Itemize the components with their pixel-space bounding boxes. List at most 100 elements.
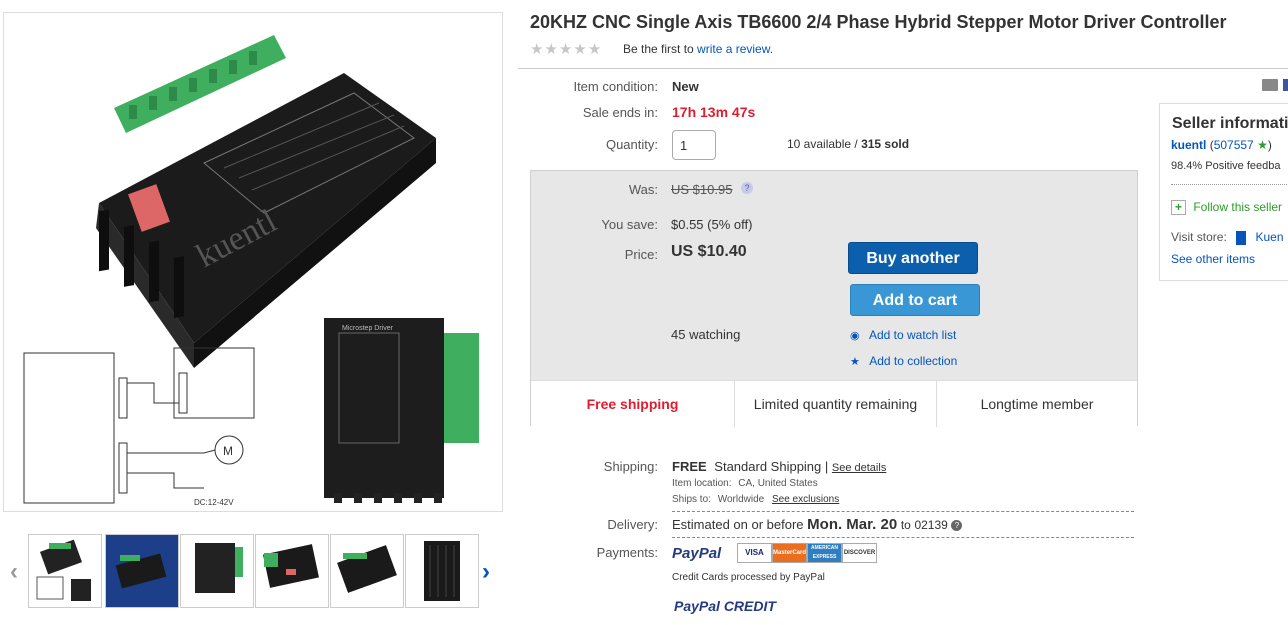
thumbnail-5[interactable]: [330, 534, 404, 608]
product-photo: kuentl M DC:12-42V Microstep Driver: [23, 35, 479, 507]
seller-name-row: kuentl (507557 ★): [1171, 138, 1272, 152]
amex-icon: AMERICAN EXPRESS: [807, 543, 842, 563]
delivery-zip: 02139: [914, 518, 948, 532]
svg-text:M: M: [223, 444, 233, 458]
seller-divider: [1171, 184, 1288, 185]
you-save-value: $0.55 (5% off): [671, 217, 753, 232]
visit-store-label: Visit store:: [1171, 230, 1227, 244]
see-other-items-link[interactable]: See other items: [1171, 252, 1255, 266]
delivery-prefix: Estimated on or before: [672, 517, 804, 532]
sale-ends-label: Sale ends in:: [582, 105, 658, 120]
delivery-label: Delivery:: [607, 517, 658, 532]
svg-text:DC:12-42V: DC:12-42V: [194, 498, 234, 507]
rating-stars: ★★★★★: [530, 40, 602, 58]
review-prefix: Be the first to: [623, 42, 694, 56]
info-icon[interactable]: ?: [951, 520, 963, 532]
mail-icon[interactable]: [1262, 79, 1278, 91]
follow-seller-link[interactable]: Follow this seller: [1193, 200, 1282, 214]
longtime-member-badge: Longtime member: [980, 396, 1094, 412]
payments-label: Payments:: [596, 545, 658, 560]
thumbnail-3[interactable]: [180, 534, 254, 608]
delivery-to: to: [900, 518, 911, 532]
location-value: CA, United States: [738, 478, 818, 489]
seller-name-link[interactable]: kuentl: [1171, 138, 1206, 152]
facebook-icon[interactable]: [1283, 79, 1288, 91]
was-price: US $10.95: [671, 182, 733, 197]
available-count: 10 available /: [787, 137, 862, 151]
add-to-collection-link[interactable]: Add to collection: [869, 354, 957, 368]
star-blue-icon: ★: [850, 356, 860, 368]
shipping-label: Shipping:: [603, 459, 658, 474]
availability-text: 10 available / 315 sold: [787, 137, 909, 151]
seller-heading: Seller informatio: [1172, 115, 1288, 132]
discover-icon: DISCOVER: [842, 543, 877, 563]
review-prompt: Be the first to write a review.: [623, 42, 773, 56]
star-icon: ★: [587, 41, 603, 58]
visa-icon: VISA: [737, 543, 772, 563]
help-icon[interactable]: ?: [741, 182, 753, 194]
thumbnail-strip: ‹ ›: [8, 534, 498, 612]
price-label: Price:: [624, 247, 658, 262]
eye-icon: ◉: [850, 330, 860, 342]
badge-strip: Free shipping Limited quantity remaining…: [531, 380, 1137, 427]
star-icon: ★: [1257, 138, 1268, 152]
star-icon: ★: [544, 41, 559, 58]
current-price: US $10.40: [671, 243, 747, 260]
write-review-link[interactable]: write a review.: [697, 42, 773, 56]
quantity-label: Quantity:: [605, 137, 658, 152]
was-label: Was:: [628, 182, 658, 197]
paypal-credit-logo[interactable]: PayPal CREDIT: [674, 598, 776, 614]
delivery-line: Estimated on or before Mon. Mar. 20 to 0…: [672, 516, 963, 533]
free-shipping-badge: Free shipping: [586, 396, 679, 412]
you-save-label: You save:: [601, 217, 658, 232]
thumbnail-6[interactable]: [405, 534, 479, 608]
star-icon: ★: [573, 41, 588, 58]
add-to-cart-button[interactable]: Add to cart: [850, 284, 980, 316]
condition-label: Item condition:: [573, 79, 658, 94]
delivery-date: Mon. Mar. 20: [807, 516, 898, 533]
thumbnail-2[interactable]: [105, 534, 179, 608]
dashed-divider: [672, 537, 1134, 538]
store-icon: [1236, 230, 1247, 245]
chevron-right-icon[interactable]: ›: [482, 558, 490, 586]
store-link[interactable]: Kuen: [1256, 230, 1284, 244]
mastercard-icon: MasterCard: [772, 543, 807, 563]
seller-info-panel: Seller informatio kuentl (507557 ★) 98.4…: [1159, 103, 1288, 281]
paypal-logo: PayPal: [672, 545, 721, 562]
credit-card-note: Credit Cards processed by PayPal: [672, 572, 825, 583]
positive-feedback: 98.4% Positive feedba: [1171, 160, 1281, 172]
item-title: 20KHZ CNC Single Axis TB6600 2/4 Phase H…: [530, 12, 1227, 32]
visit-store-row: Visit store: Kuen: [1171, 230, 1284, 245]
see-details-link[interactable]: See details: [832, 462, 886, 474]
star-icon: ★: [558, 41, 574, 58]
item-location: Item location: CA, United States: [672, 478, 818, 489]
main-product-image[interactable]: kuentl M DC:12-42V Microstep Driver: [3, 12, 503, 512]
thumbnail-1[interactable]: [28, 534, 102, 608]
feedback-score-link[interactable]: 507557: [1214, 138, 1254, 152]
paypal-text: PayPal: [672, 545, 722, 562]
shipping-line: FREE Standard Shipping | See details: [672, 459, 886, 474]
limited-quantity-badge: Limited quantity remaining: [753, 396, 918, 412]
svg-text:Microstep Driver: Microstep Driver: [342, 325, 394, 332]
condition-value: New: [672, 79, 699, 94]
see-exclusions-link[interactable]: See exclusions: [772, 494, 839, 505]
quantity-input[interactable]: 1: [672, 130, 716, 160]
dashed-divider: [672, 511, 1134, 512]
thumbnail-4[interactable]: [255, 534, 329, 608]
ships-to: Ships to: Worldwide See exclusions: [672, 494, 839, 505]
chevron-left-icon[interactable]: ‹: [10, 558, 18, 586]
follow-row[interactable]: + Follow this seller: [1171, 200, 1282, 215]
ships-to-value: Worldwide: [717, 494, 765, 505]
shipping-method: Standard Shipping |: [714, 459, 829, 474]
watch-list-row[interactable]: ◉ Add to watch list: [850, 328, 956, 342]
add-to-watch-list-link[interactable]: Add to watch list: [869, 328, 956, 342]
plus-icon: +: [1171, 200, 1186, 215]
collection-row[interactable]: ★ Add to collection: [850, 354, 957, 368]
other-items-row: See other items: [1171, 252, 1255, 266]
ships-to-label: Ships to:: [672, 494, 711, 505]
star-icon: ★: [530, 41, 545, 58]
sold-count: 315 sold: [861, 137, 910, 151]
buy-another-button[interactable]: Buy another: [848, 242, 978, 274]
shipping-free: FREE: [672, 459, 707, 474]
title-divider: [518, 68, 1288, 69]
